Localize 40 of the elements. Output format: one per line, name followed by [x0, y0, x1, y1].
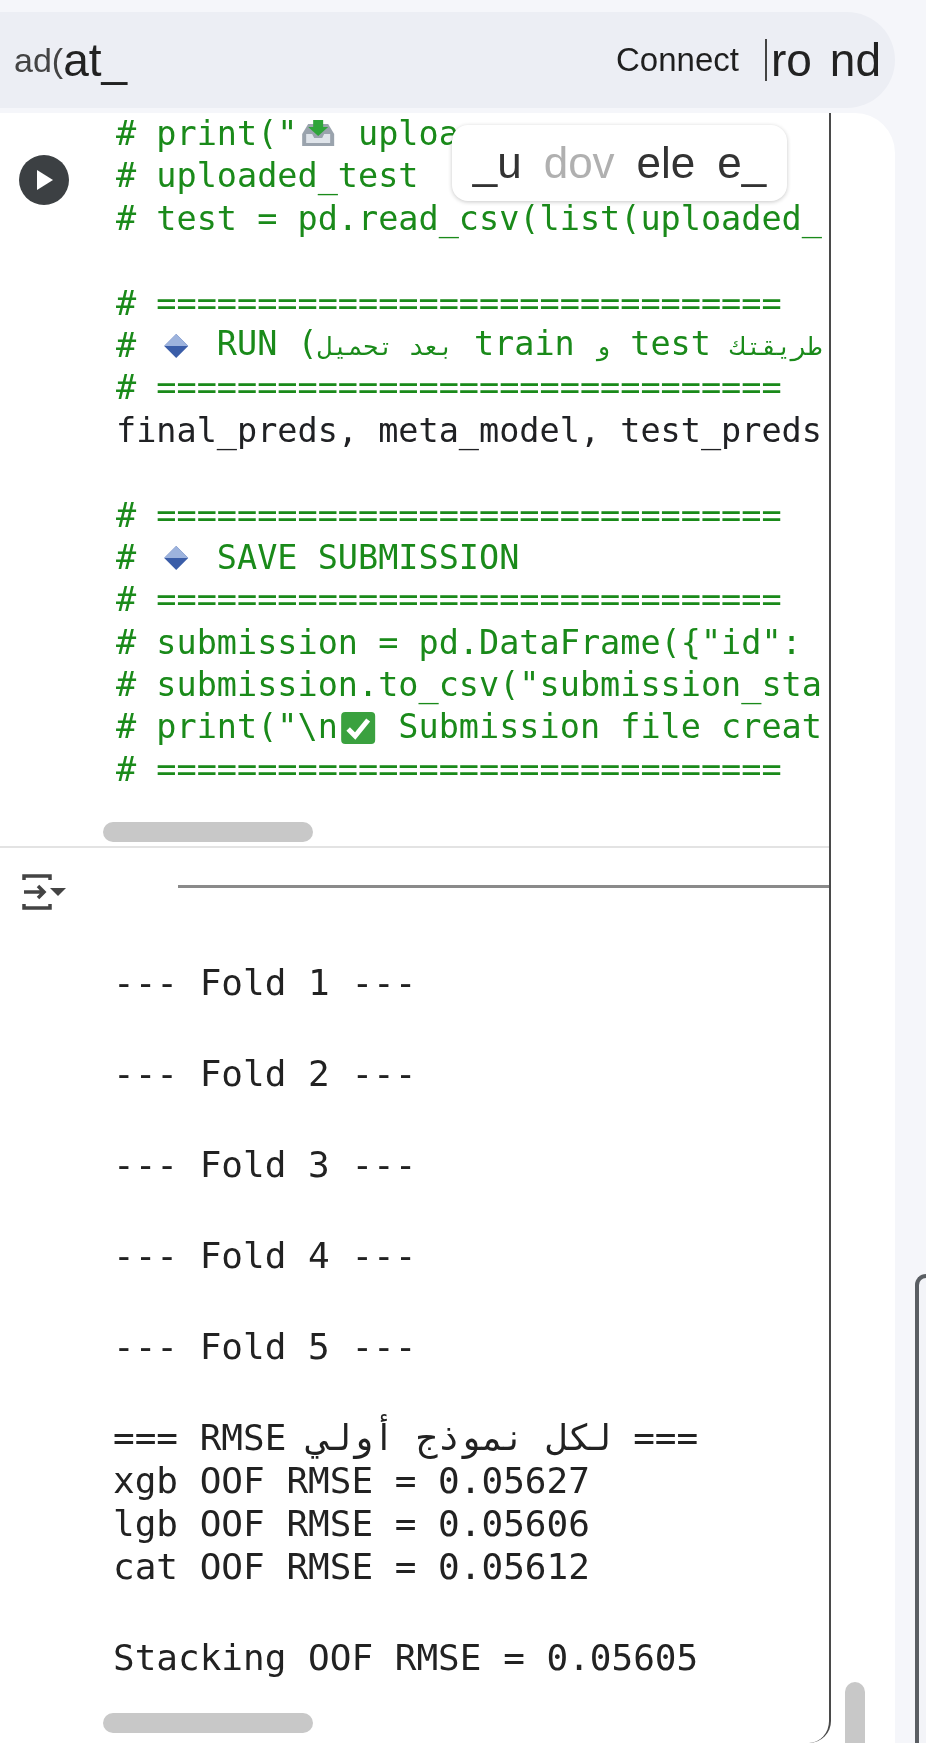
code-comment: # uploaded_test [116, 155, 419, 198]
output-toggle-icon[interactable] [20, 872, 68, 913]
title-text: ad( [14, 40, 64, 79]
output-line: cat OOF RMSE = 0.05612 [113, 1546, 590, 1588]
code-comment: # [116, 324, 138, 367]
code-comment: SAVE SUBMISSION [215, 536, 520, 579]
tooltip-text: _u [472, 138, 522, 188]
scrollbar-thumb[interactable] [845, 1682, 865, 1743]
code-comment: # test = pd.read_csv(list(uploaded_ [116, 197, 822, 241]
code-comment: # =============================== [116, 282, 782, 325]
code-comment: uploa [357, 113, 459, 155]
title-text: at_ [63, 33, 128, 87]
code-comment: # =============================== [116, 494, 782, 537]
code-comment: # print("\n [116, 706, 338, 749]
code-line: final_preds, meta_model, test_preds [116, 409, 822, 453]
code-comment: # =============================== [116, 367, 782, 410]
code-comment: # submission = pd.DataFrame({"id": [116, 621, 802, 664]
output-line: Stacking OOF RMSE = 0.05605 [113, 1637, 699, 1679]
connect-button[interactable]: Connect [604, 41, 751, 79]
output-line: xgb OOF RMSE = 0.05627 [113, 1460, 590, 1502]
code-comment: # =============================== [116, 579, 782, 622]
tooltip-text: ele [636, 138, 696, 188]
run-button[interactable] [19, 155, 69, 205]
code-comment: # [116, 536, 138, 579]
code-comment: # =============================== [116, 748, 782, 791]
menu-text: nd [829, 33, 881, 87]
code-comment: # submission.to_csv("submission_sta [116, 664, 822, 707]
tooltip-text: dov [543, 138, 615, 188]
output-line: --- Fold 5 --- [113, 1326, 417, 1368]
code-comment: # print(" [116, 113, 298, 155]
output-line: --- Fold 1 --- [113, 962, 417, 1004]
scrollbar-thumb[interactable] [103, 822, 313, 843]
menu-text: ro [770, 33, 812, 87]
output-line: --- Fold 4 --- [113, 1235, 417, 1277]
tooltip-text: e_ [717, 138, 767, 188]
output-line: lgb OOF RMSE = 0.05606 [113, 1503, 590, 1545]
output-line: --- Fold 3 --- [113, 1144, 417, 1186]
output-line: --- Fold 2 --- [113, 1053, 417, 1095]
code-comment: Submission file creat [397, 706, 822, 749]
scrollbar-thumb[interactable] [103, 1713, 313, 1734]
